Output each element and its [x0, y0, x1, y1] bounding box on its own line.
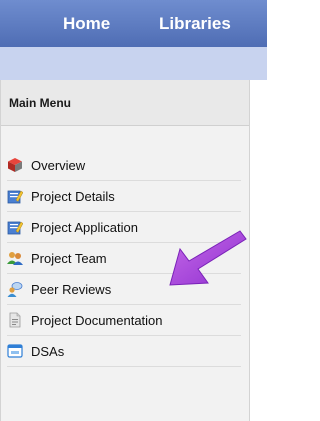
menu-item-dsas[interactable]: DSAs: [7, 336, 241, 367]
menu-item-label: Project Documentation: [31, 312, 163, 328]
peer-review-icon: [7, 282, 23, 297]
edit-document-icon: [7, 221, 23, 235]
cube-icon: [8, 158, 22, 172]
menu-item-label: Project Application: [31, 219, 138, 235]
nav-libraries-link[interactable]: Libraries: [159, 14, 231, 34]
sub-navigation-stripe: [0, 47, 267, 80]
menu-item-overview[interactable]: Overview: [7, 150, 241, 181]
menu-item-label: Overview: [31, 157, 86, 173]
purple-arrow-icon: [169, 230, 247, 286]
menu-item-label: Project Team: [31, 250, 107, 266]
top-navigation-bar: Home Libraries: [0, 0, 267, 47]
menu-item-project-documentation[interactable]: Project Documentation: [7, 305, 241, 336]
menu-item-label: Peer Reviews: [31, 281, 112, 297]
team-icon: [7, 252, 23, 265]
nav-home-link[interactable]: Home: [63, 14, 110, 34]
menu-item-label: DSAs: [31, 343, 65, 359]
dsa-window-icon: [7, 344, 23, 358]
menu-item-label: Project Details: [31, 188, 115, 204]
document-icon: [9, 312, 21, 328]
menu-item-project-details[interactable]: Project Details: [7, 181, 241, 212]
edit-document-icon: [7, 190, 23, 204]
main-menu-header: Main Menu: [1, 80, 249, 126]
